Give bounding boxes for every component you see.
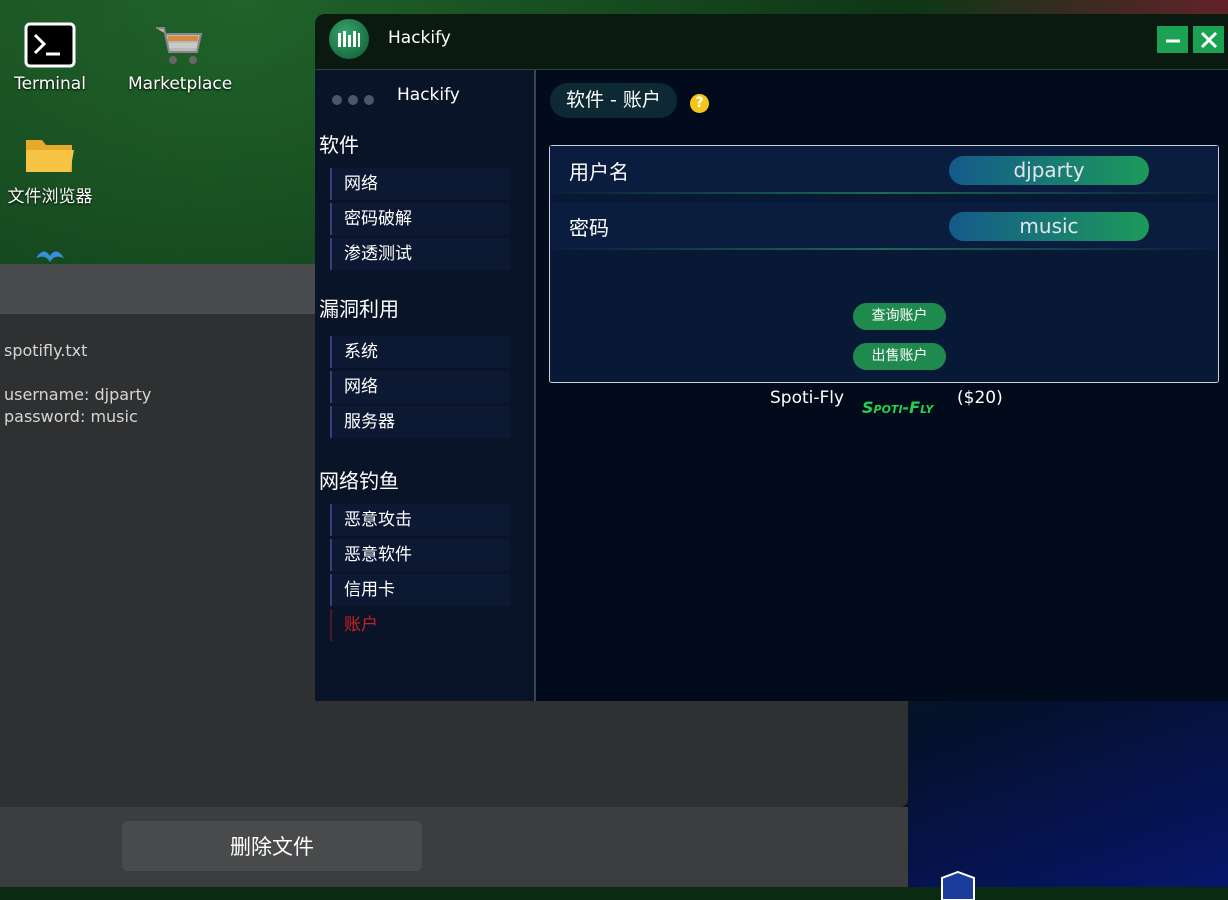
sidebar-item-malicious-attack[interactable]: 恶意攻击 bbox=[330, 504, 510, 536]
sidebar-section-phishing: 网络钓鱼 bbox=[319, 469, 399, 493]
sidebar-item-malware[interactable]: 恶意软件 bbox=[330, 539, 510, 571]
desktop-icon-label: Marketplace bbox=[128, 74, 233, 94]
username-label: 用户名 bbox=[569, 160, 629, 184]
desktop-icon-file-browser[interactable]: 文件浏览器 bbox=[4, 134, 96, 207]
dots-icon[interactable] bbox=[332, 90, 380, 109]
shield-icon bbox=[941, 870, 975, 900]
product-name: Spoti-Fly bbox=[770, 388, 845, 408]
query-account-button[interactable]: 查询账户 bbox=[853, 303, 946, 330]
main-content: 软件 - 账户 ? 用户名 djparty 密码 music 查询账户 出售账户… bbox=[536, 70, 1228, 701]
file-viewer-footer: 删除文件 bbox=[0, 807, 908, 887]
close-button[interactable] bbox=[1193, 26, 1224, 53]
username-row: 用户名 djparty bbox=[550, 146, 1218, 194]
product-logo: Spoti-Fly bbox=[862, 398, 934, 417]
sidebar-item-server[interactable]: 服务器 bbox=[330, 406, 510, 438]
sidebar-item-pentest[interactable]: 渗透测试 bbox=[330, 238, 510, 270]
account-panel: 用户名 djparty 密码 music 查询账户 出售账户 bbox=[549, 145, 1219, 383]
minimize-icon bbox=[1165, 39, 1180, 42]
sidebar-item-network[interactable]: 网络 bbox=[330, 168, 510, 200]
sidebar-item-credit-card[interactable]: 信用卡 bbox=[330, 574, 510, 606]
sell-account-button[interactable]: 出售账户 bbox=[853, 343, 946, 370]
shopping-cart-icon bbox=[156, 27, 203, 64]
sidebar-section-software: 软件 bbox=[319, 133, 359, 157]
close-icon bbox=[1200, 31, 1217, 48]
product-price: ($20) bbox=[957, 388, 1003, 408]
hackify-window: Hackify Hackify 软件 网络 密码破解 渗透测试 漏洞利用 系统 … bbox=[315, 14, 1228, 701]
username-value: djparty bbox=[949, 156, 1149, 185]
breadcrumb: 软件 - 账户 bbox=[550, 83, 677, 118]
minimize-button[interactable] bbox=[1157, 26, 1188, 53]
divider bbox=[550, 248, 1218, 250]
password-value: music bbox=[949, 212, 1149, 241]
desktop-icon-terminal[interactable]: Terminal bbox=[14, 22, 86, 94]
folder-icon bbox=[26, 140, 74, 172]
sidebar-item-exploit-network[interactable]: 网络 bbox=[330, 371, 510, 403]
hackify-titlebar[interactable]: Hackify bbox=[315, 14, 1228, 70]
sidebar-item-password-cracking[interactable]: 密码破解 bbox=[330, 203, 510, 235]
help-icon[interactable]: ? bbox=[690, 94, 709, 113]
desktop-icon-label: Terminal bbox=[14, 74, 86, 94]
sidebar-section-exploits: 漏洞利用 bbox=[319, 297, 399, 321]
sidebar: Hackify 软件 网络 密码破解 渗透测试 漏洞利用 系统 网络 服务器 网… bbox=[315, 70, 536, 701]
hackify-logo-icon bbox=[329, 19, 369, 59]
divider bbox=[550, 192, 1218, 194]
sidebar-item-system[interactable]: 系统 bbox=[330, 336, 510, 368]
sidebar-item-accounts[interactable]: 账户 bbox=[330, 609, 510, 641]
terminal-icon bbox=[24, 22, 76, 68]
bird-icon bbox=[36, 251, 64, 262]
desktop-icon-marketplace[interactable]: Marketplace bbox=[128, 22, 233, 94]
window-title: Hackify bbox=[388, 28, 451, 48]
sidebar-app-title: Hackify bbox=[397, 85, 460, 105]
password-row: 密码 music bbox=[550, 202, 1218, 250]
delete-file-button[interactable]: 删除文件 bbox=[122, 821, 422, 871]
desktop-icon-label: 文件浏览器 bbox=[7, 187, 93, 207]
password-label: 密码 bbox=[569, 216, 609, 240]
